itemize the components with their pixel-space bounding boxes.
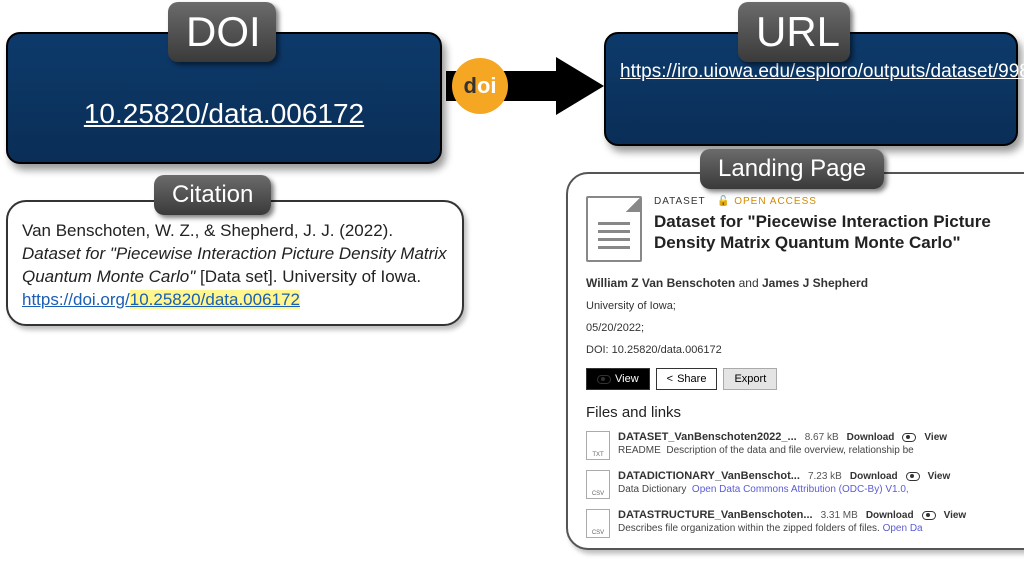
citation-authors: Van Benschoten, W. Z., & Shepherd, J. J.	[22, 221, 339, 240]
files-and-links-header: Files and links	[586, 404, 1024, 421]
citation-panel: Van Benschoten, W. Z., & Shepherd, J. J.…	[6, 200, 464, 326]
landing-tagline: DATASET 🔓 OPEN ACCESS	[654, 196, 1024, 207]
file-name[interactable]: DATASTRUCTURE_VanBenschoten...	[618, 509, 813, 521]
file-type-icon: TXT	[586, 431, 610, 460]
url-badge: URL	[738, 2, 850, 62]
landing-title: Dataset for "Piecewise Interaction Pictu…	[654, 211, 1024, 254]
landing-date: 05/20/2022;	[586, 322, 1024, 334]
citation-doi-link[interactable]: https://doi.org/10.25820/data.006172	[22, 290, 300, 309]
view-link[interactable]: View	[944, 510, 967, 521]
file-size: 8.67 kB	[805, 432, 839, 443]
view-link[interactable]: View	[924, 432, 947, 443]
citation-year: (2022).	[339, 221, 393, 240]
open-access-icon: 🔓	[717, 196, 730, 207]
eye-icon	[597, 375, 611, 384]
landing-doi-line: DOI: 10.25820/data.006172	[586, 344, 1024, 356]
file-name[interactable]: DATASET_VanBenschoten2022_...	[618, 431, 797, 443]
share-icon: <	[667, 373, 673, 385]
file-type-icon: CSV	[586, 509, 610, 538]
document-icon	[586, 196, 642, 262]
download-link[interactable]: Download	[850, 471, 898, 482]
landing-institution: University of Iowa;	[586, 300, 1024, 312]
eye-icon	[906, 472, 920, 481]
doi-logo-icon: doi	[452, 58, 508, 114]
file-type-icon: CSV	[586, 470, 610, 499]
file-size: 7.23 kB	[808, 471, 842, 482]
share-button[interactable]: < Share	[656, 368, 718, 390]
citation-badge: Citation	[154, 175, 271, 215]
view-link[interactable]: View	[928, 471, 951, 482]
file-name[interactable]: DATADICTIONARY_VanBenschot...	[618, 470, 800, 482]
file-row: CSV DATASTRUCTURE_VanBenschoten... 3.31 …	[586, 509, 1024, 538]
export-button[interactable]: Export	[723, 368, 777, 390]
doi-value-link[interactable]: 10.25820/data.006172	[8, 98, 440, 130]
eye-icon	[902, 433, 916, 442]
url-value-link[interactable]: https://iro.uiowa.edu/esploro/outputs/da…	[606, 60, 1016, 85]
download-link[interactable]: Download	[866, 510, 914, 521]
view-button[interactable]: View	[586, 368, 650, 390]
doi-badge: DOI	[168, 2, 276, 62]
file-row: TXT DATASET_VanBenschoten2022_... 8.67 k…	[586, 431, 1024, 460]
file-row: CSV DATADICTIONARY_VanBenschot... 7.23 k…	[586, 470, 1024, 499]
landing-page-panel: DATASET 🔓 OPEN ACCESS Dataset for "Piece…	[566, 172, 1024, 550]
eye-icon	[922, 511, 936, 520]
landing-authors: William Z Van Benschoten and James J She…	[586, 276, 1024, 290]
citation-rest: [Data set]. University of Iowa.	[200, 267, 421, 286]
file-size: 3.31 MB	[821, 510, 858, 521]
landing-page-badge: Landing Page	[700, 149, 884, 189]
download-link[interactable]: Download	[847, 432, 895, 443]
